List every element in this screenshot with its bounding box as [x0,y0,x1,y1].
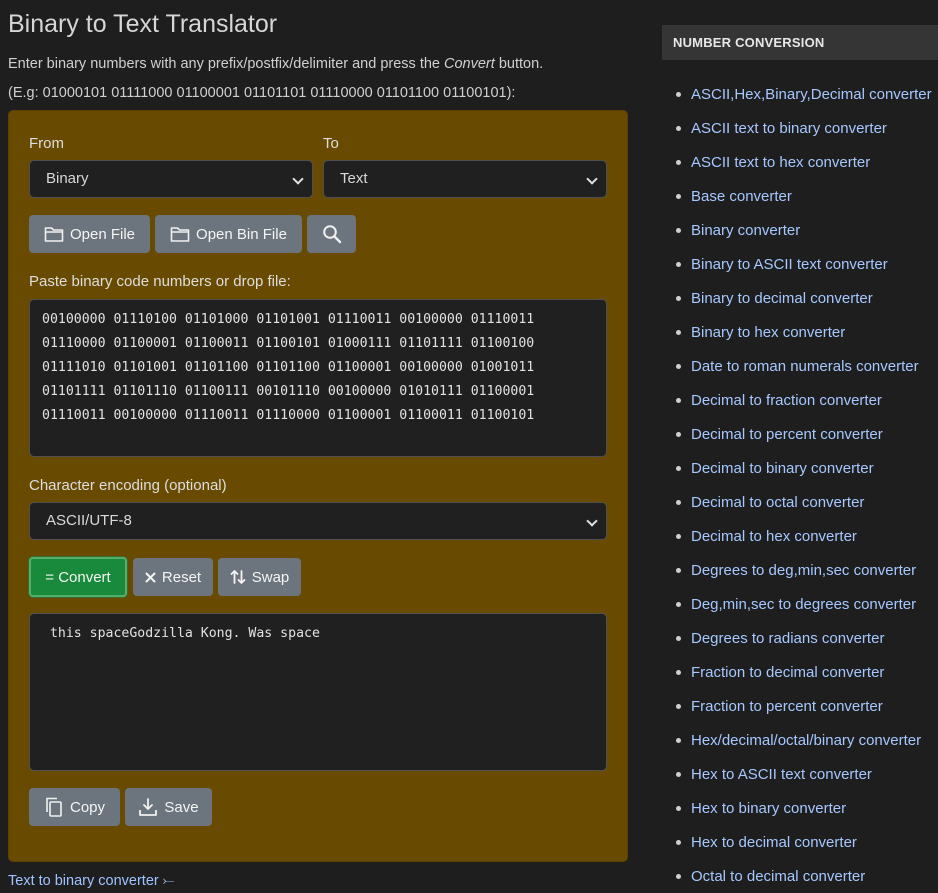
sidebar-link[interactable]: Decimal to hex converter [662,520,938,554]
sidebar-link[interactable]: ASCII text to binary converter [662,112,938,146]
to-select-value: Text [340,170,368,187]
sidebar-link[interactable]: Base converter [662,180,938,214]
copy-button[interactable]: Copy [29,788,120,826]
close-icon [145,572,156,582]
text-to-binary-link[interactable]: Text to binary converter ⤚ [8,873,174,889]
sidebar-link[interactable]: Decimal to fraction converter [662,384,938,418]
chevron-down-icon [586,515,598,527]
intro-after: button. [494,56,544,72]
encoding-select-value: ASCII/UTF-8 [46,512,132,529]
sidebar-link[interactable]: Binary to hex converter [662,316,938,350]
search-icon [322,225,341,244]
swap-label: Swap [251,568,290,586]
example-text: (E.g: 01000101 01111000 01100001 0110110… [8,85,516,101]
sidebar-link[interactable]: Deg,min,sec to degrees converter [662,588,938,622]
encoding-select[interactable]: ASCII/UTF-8 [29,502,607,540]
open-file-label: Open File [69,225,136,243]
sidebar: NUMBER CONVERSION ASCII,Hex,Binary,Decim… [662,25,938,893]
sidebar-link[interactable]: Degrees to radians converter [662,622,938,656]
intro-text: Enter binary numbers with any prefix/pos… [8,55,543,73]
sidebar-link[interactable]: Binary to decimal converter [662,282,938,316]
sidebar-link[interactable]: Degrees to deg,min,sec converter [662,554,938,588]
folder-icon [170,227,190,242]
binary-input[interactable]: 00100000 01110100 01101000 01101001 0111… [29,299,607,457]
folder-icon [44,227,64,242]
sidebar-link[interactable]: Decimal to octal converter [662,486,938,520]
intro-emphasis: Convert [444,56,495,72]
sidebar-link[interactable]: Fraction to decimal converter [662,656,938,690]
reset-label: Reset [161,568,202,586]
sidebar-heading: NUMBER CONVERSION [662,25,938,60]
open-bin-file-button[interactable]: Open Bin File [155,215,302,253]
save-label: Save [164,798,199,816]
to-label: To [323,135,339,152]
converter-panel: From To Binary Text Open File Open Bin F… [8,110,628,862]
sidebar-list: ASCII,Hex,Binary,Decimal converter ASCII… [662,78,938,893]
chevron-down-icon [292,173,304,185]
page-title: Binary to Text Translator [8,10,278,38]
encoding-label: Character encoding (optional) [29,477,227,494]
intro-before: Enter binary numbers with any prefix/pos… [8,56,445,72]
open-file-button[interactable]: Open File [29,215,150,253]
sidebar-link[interactable]: Decimal to binary converter [662,452,938,486]
copy-label: Copy [69,798,106,816]
reset-button[interactable]: Reset [133,558,213,596]
from-select-value: Binary [46,170,89,187]
sidebar-link[interactable]: Decimal to percent converter [662,418,938,452]
sidebar-link[interactable]: ASCII text to hex converter [662,146,938,180]
input-label: Paste binary code numbers or drop file: [29,273,291,290]
sidebar-link[interactable]: ASCII,Hex,Binary,Decimal converter [662,78,938,112]
save-button[interactable]: Save [125,788,212,826]
sidebar-link[interactable]: Hex to binary converter [662,792,938,826]
sidebar-link[interactable]: Hex to ASCII text converter [662,758,938,792]
from-select[interactable]: Binary [29,160,313,198]
search-button[interactable] [307,215,356,253]
from-label: From [29,135,64,152]
sidebar-link[interactable]: Fraction to percent converter [662,690,938,724]
swap-arrows-icon [230,570,246,584]
sidebar-link[interactable]: Hex/decimal/octal/binary converter [662,724,938,758]
convert-button[interactable]: = Convert [29,557,127,597]
open-bin-file-label: Open Bin File [196,225,287,243]
sidebar-link[interactable]: Octal to decimal converter [662,860,938,893]
chevron-down-icon [586,173,598,185]
copy-icon [46,797,62,817]
text-output[interactable]: this spaceGodzilla Kong. Was space [29,613,607,771]
sidebar-link[interactable]: Binary to ASCII text converter [662,248,938,282]
swap-button[interactable]: Swap [218,558,301,596]
download-icon [139,798,158,816]
sidebar-link[interactable]: Date to roman numerals converter [662,350,938,384]
sidebar-link[interactable]: Binary converter [662,214,938,248]
sidebar-link[interactable]: Hex to decimal converter [662,826,938,860]
to-select[interactable]: Text [323,160,607,198]
